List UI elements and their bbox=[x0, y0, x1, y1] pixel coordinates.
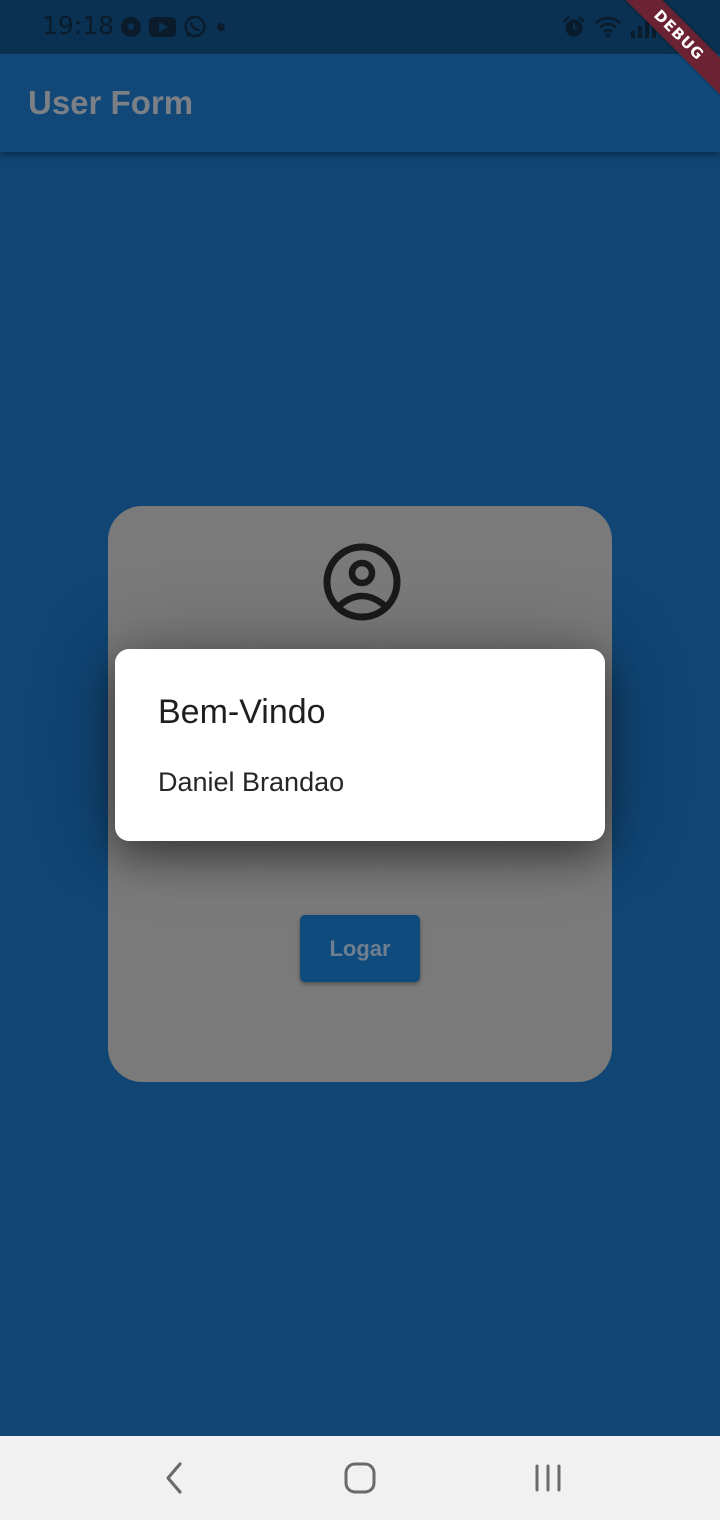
account-circle-icon bbox=[323, 543, 401, 621]
dialog-content: Daniel Brandao bbox=[158, 767, 345, 797]
status-bar: 19:18 bbox=[0, 0, 720, 54]
app-screen: 19:18 User Form DEBUG Logar Bem-Vindo Da… bbox=[0, 0, 720, 1520]
status-system-icons bbox=[562, 14, 656, 40]
welcome-dialog: Bem-Vindo Daniel Brandao bbox=[115, 649, 605, 841]
wifi-icon bbox=[595, 16, 621, 38]
soccer-ball-icon bbox=[121, 17, 141, 37]
back-icon bbox=[166, 1462, 182, 1494]
recent-apps-icon bbox=[535, 1464, 561, 1492]
youtube-icon bbox=[149, 17, 176, 37]
status-time: 19:18 bbox=[42, 11, 115, 40]
dot-icon bbox=[217, 23, 225, 31]
app-bar: User Form bbox=[0, 54, 720, 152]
login-button[interactable]: Logar bbox=[300, 915, 420, 982]
back-button[interactable] bbox=[144, 1454, 204, 1502]
navigation-bar bbox=[0, 1436, 720, 1520]
app-title: User Form bbox=[28, 84, 194, 121]
alarm-icon bbox=[563, 16, 585, 37]
home-button[interactable] bbox=[330, 1454, 390, 1502]
home-icon bbox=[344, 1462, 376, 1494]
dialog-title: Bem-Vindo bbox=[158, 693, 326, 731]
whatsapp-icon bbox=[184, 15, 206, 38]
status-notification-icons bbox=[120, 14, 228, 40]
recent-apps-button[interactable] bbox=[518, 1454, 578, 1502]
